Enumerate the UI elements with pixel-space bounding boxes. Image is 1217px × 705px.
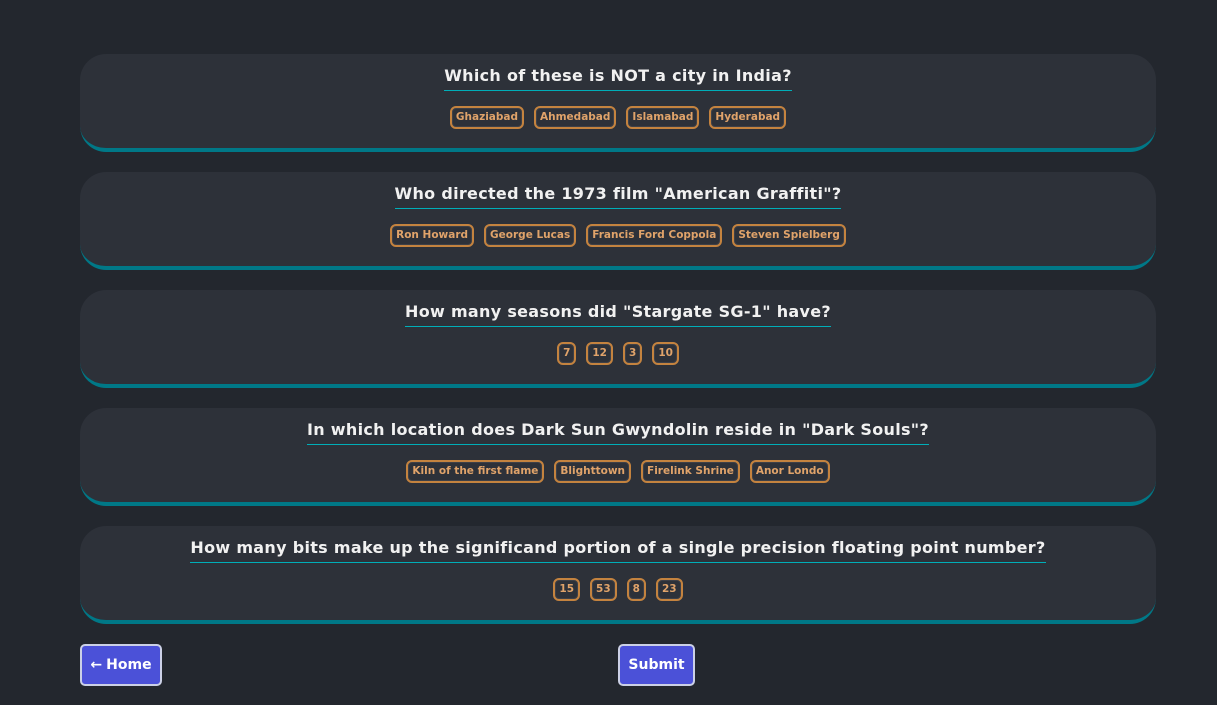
- question-text: How many seasons did "Stargate SG-1" hav…: [405, 303, 831, 327]
- answer-button[interactable]: George Lucas: [484, 224, 577, 247]
- answer-button[interactable]: 12: [586, 342, 613, 365]
- question-card: How many bits make up the significand po…: [80, 526, 1156, 624]
- answer-options: 15 53 8 23: [80, 578, 1156, 601]
- answer-button[interactable]: 10: [652, 342, 679, 365]
- question-card: Which of these is NOT a city in India? G…: [80, 54, 1156, 152]
- question-text: In which location does Dark Sun Gwyndoli…: [306, 421, 930, 445]
- answer-button[interactable]: 23: [655, 578, 683, 601]
- answer-button[interactable]: Islamabad: [626, 106, 700, 129]
- answer-button[interactable]: 7: [557, 342, 577, 365]
- answer-button[interactable]: 53: [590, 578, 617, 601]
- question-card: Who directed the 1973 film "American Gra…: [80, 172, 1156, 270]
- answer-options: Ron Howard George Lucas Francis Ford Cop…: [80, 224, 1156, 247]
- answer-button[interactable]: Kiln of the first flame: [406, 460, 545, 483]
- question-text: Which of these is NOT a city in India?: [444, 67, 792, 91]
- submit-button-label: Submit: [628, 657, 685, 673]
- answer-options: Ghaziabad Ahmedabad Islamabad Hyderabad: [80, 106, 1156, 129]
- arrow-left-icon: ←: [90, 657, 103, 673]
- quiz-app: Which of these is NOT a city in India? G…: [0, 0, 1217, 705]
- answer-button[interactable]: Ron Howard: [390, 224, 475, 247]
- answer-button[interactable]: Hyderabad: [709, 106, 787, 129]
- submit-button[interactable]: Submit: [618, 644, 695, 686]
- answer-options: Kiln of the first flame Blighttown Firel…: [80, 460, 1156, 483]
- question-card: How many seasons did "Stargate SG-1" hav…: [80, 290, 1156, 388]
- answer-button[interactable]: Anor Londo: [749, 460, 830, 483]
- question-card: In which location does Dark Sun Gwyndoli…: [80, 408, 1156, 506]
- question-list: Which of these is NOT a city in India? G…: [80, 54, 1156, 644]
- answer-button[interactable]: 3: [623, 342, 643, 365]
- answer-button[interactable]: Firelink Shrine: [641, 460, 740, 483]
- answer-button[interactable]: Ahmedabad: [534, 106, 617, 129]
- answer-button[interactable]: 15: [553, 578, 581, 601]
- answer-button[interactable]: Francis Ford Coppola: [586, 224, 723, 247]
- home-button[interactable]: ← Home: [80, 644, 162, 686]
- answer-button[interactable]: Ghaziabad: [449, 106, 525, 129]
- answer-button[interactable]: Blighttown: [554, 460, 632, 483]
- answer-options: 7 12 3 10: [80, 342, 1156, 365]
- answer-button[interactable]: 8: [626, 578, 646, 601]
- question-text: How many bits make up the significand po…: [190, 539, 1046, 563]
- question-text: Who directed the 1973 film "American Gra…: [394, 185, 842, 209]
- answer-button[interactable]: Steven Spielberg: [732, 224, 846, 247]
- home-button-label: Home: [106, 657, 152, 673]
